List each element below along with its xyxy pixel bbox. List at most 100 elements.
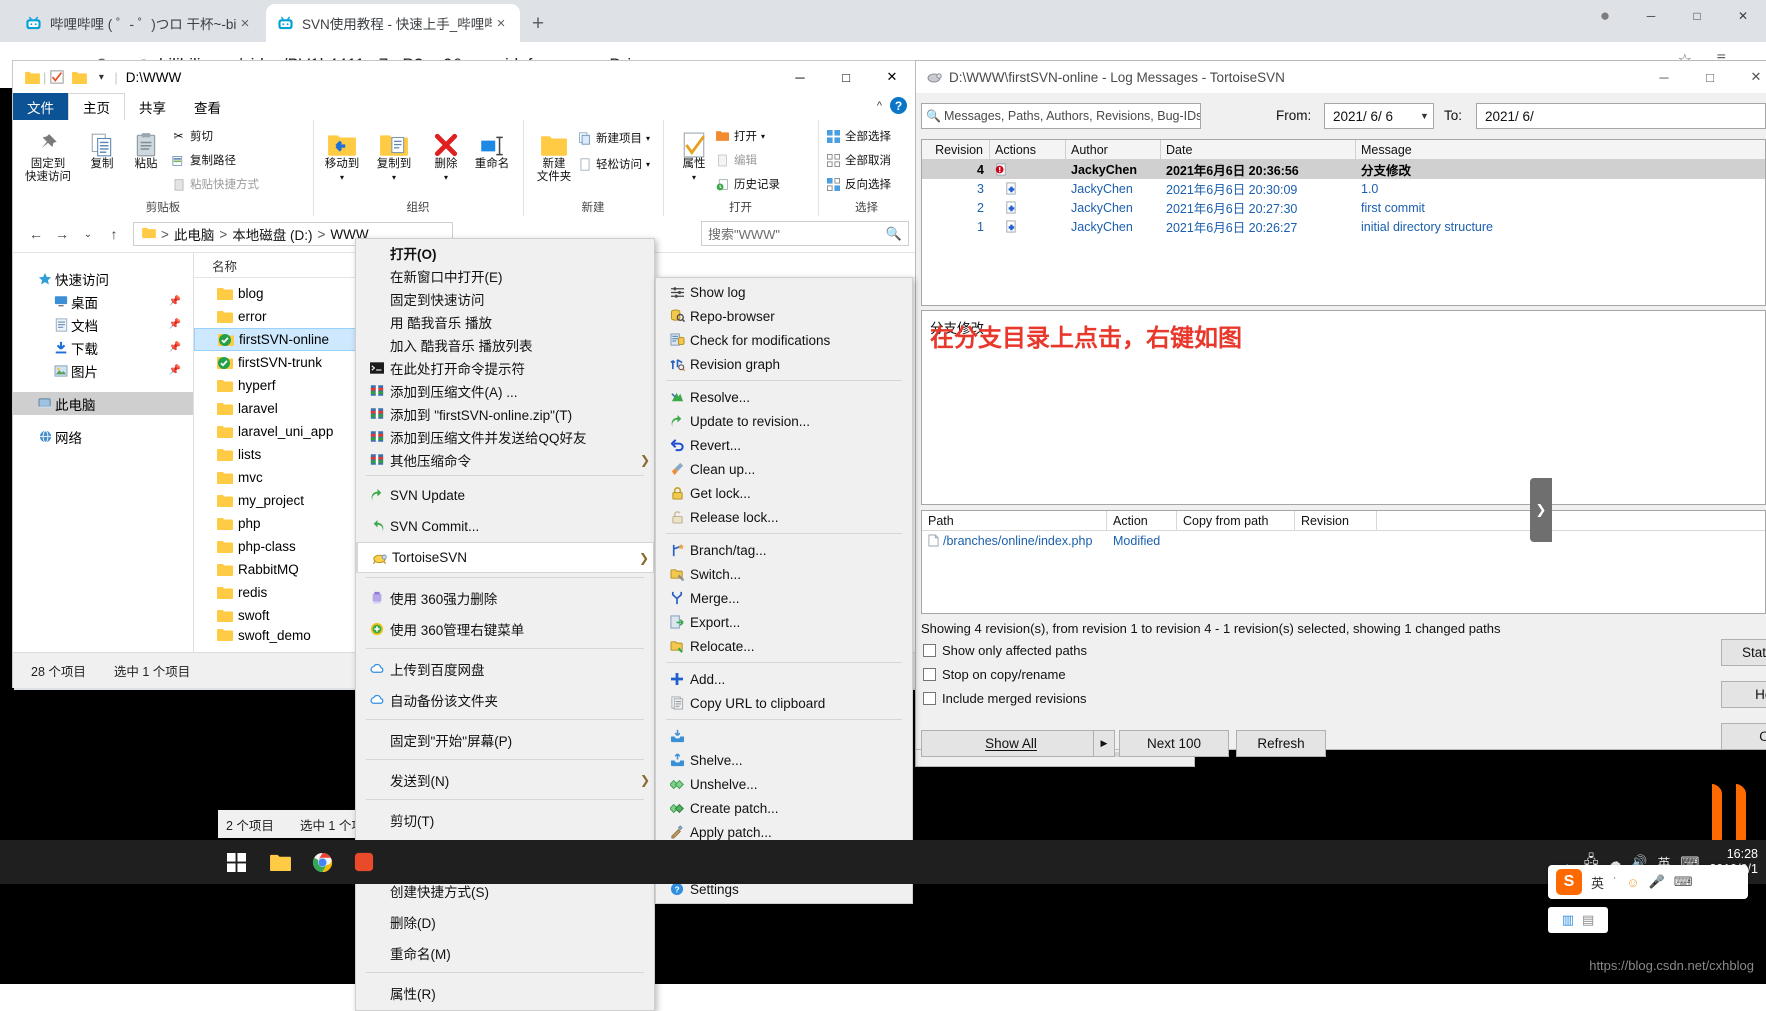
menu-item-branch-tag[interactable]: Branch/tag... [656,538,912,562]
menu-item-open[interactable]: 打开(O) [356,241,654,264]
menu-item-get-lock[interactable]: Get lock... [656,481,912,505]
menu-item-rename[interactable]: 重命名(M) [356,937,654,968]
close-button[interactable]: ✕ [1733,61,1766,93]
close-button[interactable]: ✕ [869,61,915,93]
new-folder-button[interactable]: 新建 文件夹 [529,124,579,184]
menu-item-upload-baidu-netdisk[interactable]: 上传到百度网盘 [356,653,654,684]
dot-icon[interactable]: ˙ [1613,875,1617,890]
side-panel-handle[interactable]: ❯ [1530,478,1552,542]
menu-item-relocate[interactable]: Relocate... [656,634,912,658]
menu-item-open-cmd[interactable]: 在此处打开命令提示符 [356,356,654,379]
ok-button[interactable]: OK [1721,723,1766,750]
paste-button[interactable]: 粘贴 [121,124,171,171]
menu-item-pin-to-start[interactable]: 固定到"开始"屏幕(P) [356,724,654,755]
menu-item-other-archive-commands[interactable]: 其他压缩命令 ❯ [356,448,654,471]
column-header-name[interactable]: 名称 [212,256,237,275]
search-input[interactable]: 搜索"WWW" 🔍 [701,221,909,246]
tab-view[interactable]: 查看 [180,93,235,120]
menu-item-add-archive-qq[interactable]: 添加到压缩文件并发送给QQ好友 [356,425,654,448]
menu-item-cut[interactable]: 剪切(T) [356,804,654,835]
svn-revision-row[interactable]: 3 JackyChen 2021年6月6日 20:30:09 1.0 [922,179,1765,198]
pin-to-quick-access-button[interactable]: 固定到 快速访问 [23,124,73,184]
chevron-down-icon[interactable]: ▾ [90,66,112,88]
menu-item-switch[interactable]: Switch... [656,562,912,586]
menu-item-update-to-revision[interactable]: Update to revision... [656,409,912,433]
app-icon[interactable] [342,840,386,884]
menu-item-open-new-window[interactable]: 在新窗口中打开(E) [356,264,654,287]
keyboard-icon[interactable]: ⌨ [1674,874,1693,890]
breadcrumb-item-1[interactable]: 本地磁盘 (D:) [232,224,312,244]
explorer-title-bar[interactable]: | ▾ | D:\WWW ─ □ ✕ [13,61,915,93]
nav-forward-button[interactable]: → [49,221,75,247]
menu-item-revert[interactable]: Revert... [656,433,912,457]
panel-icon[interactable]: ▥ [1562,912,1574,928]
checkbox-box[interactable] [923,668,936,681]
folder-icon[interactable] [21,66,43,88]
menu-item-export[interactable]: Export... [656,610,912,634]
menu-item-merge[interactable]: Merge... [656,586,912,610]
properties-icon[interactable] [46,66,68,88]
sidebar-item-pictures[interactable]: 图片 📌 [13,359,193,382]
checkbox-include-merged-revisions[interactable]: Include merged revisions [923,691,1087,706]
to-date-input[interactable]: 2021/ 6/ [1476,103,1766,129]
menu-item-kuwo-play[interactable]: 用 酷我音乐 播放 [356,310,654,333]
select-none-button[interactable]: 全部取消 [826,152,891,168]
ime-mode-label[interactable]: 英 [1591,873,1604,892]
checkbox-stop-on-copy-rename[interactable]: Stop on copy/rename [923,667,1066,682]
nav-up-button[interactable]: ↑ [101,221,127,247]
search-icon[interactable]: 🔍 [886,226,902,242]
tab-home[interactable]: 主页 [68,93,125,120]
new-folder-icon[interactable] [68,66,90,88]
rename-button[interactable]: 重命名 [467,124,517,171]
emoji-icon[interactable]: ☺ [1626,875,1639,890]
profile-icon[interactable]: ● [1582,0,1628,32]
minimize-button[interactable]: ─ [1641,61,1687,93]
menu-item-360-force-delete[interactable]: 使用 360强力删除 [356,582,654,613]
file-explorer-icon[interactable] [258,840,302,884]
chevron-down-icon[interactable]: ▾ [444,171,448,184]
chevron-down-icon[interactable]: ▾ [392,171,396,184]
menu-item-360-manage-menu[interactable]: 使用 360管理右键菜单 [356,613,654,644]
help-button[interactable]: Help [1721,681,1766,708]
column-header-message[interactable]: Message [1356,140,1765,159]
menu-item-delete[interactable]: 删除(D) [356,906,654,937]
settings-icon[interactable]: ▤ [1582,912,1594,928]
pin-icon[interactable]: 📌 [169,319,181,330]
checkbox-show-only-affected-paths[interactable]: Show only affected paths [923,643,1087,658]
help-icon[interactable]: ? [890,97,907,114]
new-item-button[interactable]: 新建项目 ▾ [577,130,650,146]
sogou-ime-logo[interactable]: S [1556,869,1582,895]
close-icon[interactable]: × [492,14,510,32]
tab-share[interactable]: 共享 [125,93,180,120]
checkbox-box[interactable] [923,644,936,657]
minimize-button[interactable]: ─ [1628,0,1674,32]
breadcrumb-item-0[interactable]: 此电脑 [174,224,215,244]
properties-button[interactable]: 属性 ▾ [669,124,719,184]
delete-button[interactable]: 删除 ▾ [421,124,471,184]
column-header-actions[interactable]: Actions [990,140,1066,159]
windows-icon[interactable] [214,840,258,884]
chevron-down-icon[interactable]: ▾ [761,132,765,141]
menu-item-release-lock[interactable]: Release lock... [656,505,912,529]
menu-item-resolve[interactable]: Resolve... [656,385,912,409]
maximize-button[interactable]: □ [1674,0,1720,32]
cut-button[interactable]: ✂ 剪切 [171,128,213,144]
copy-button[interactable]: 复制 [77,124,127,171]
history-button[interactable]: 历史记录 [715,176,780,192]
menu-item-unshelve[interactable]: Shelve... [656,748,912,772]
pin-icon[interactable]: 📌 [169,342,181,353]
sidebar-item-quick-access[interactable]: 快速访问 [13,267,193,290]
maximize-button[interactable]: □ [1687,61,1733,93]
menu-item-auto-backup-folder[interactable]: 自动备份该文件夹 [356,684,654,715]
chevron-down-icon[interactable]: ▾ [340,171,344,184]
column-header-copy-from-path[interactable]: Copy from path [1177,511,1295,530]
close-button[interactable]: ✕ [1720,0,1766,32]
menu-item-add-archive[interactable]: 添加到压缩文件(A) ... [356,379,654,402]
minimize-button[interactable]: ─ [777,61,823,93]
chevron-down-icon[interactable]: ▼ [1416,111,1433,121]
menu-item-repo-browser[interactable]: Repo-browser [656,304,912,328]
menu-item-tortoisesvn[interactable]: TortoiseSVN ❯ [356,542,654,573]
menu-item-add-zip-named[interactable]: 添加到 "firstSVN-online.zip"(T) [356,402,654,425]
menu-item-svn-update[interactable]: SVN Update [356,480,654,511]
pin-icon[interactable]: 📌 [169,296,181,307]
